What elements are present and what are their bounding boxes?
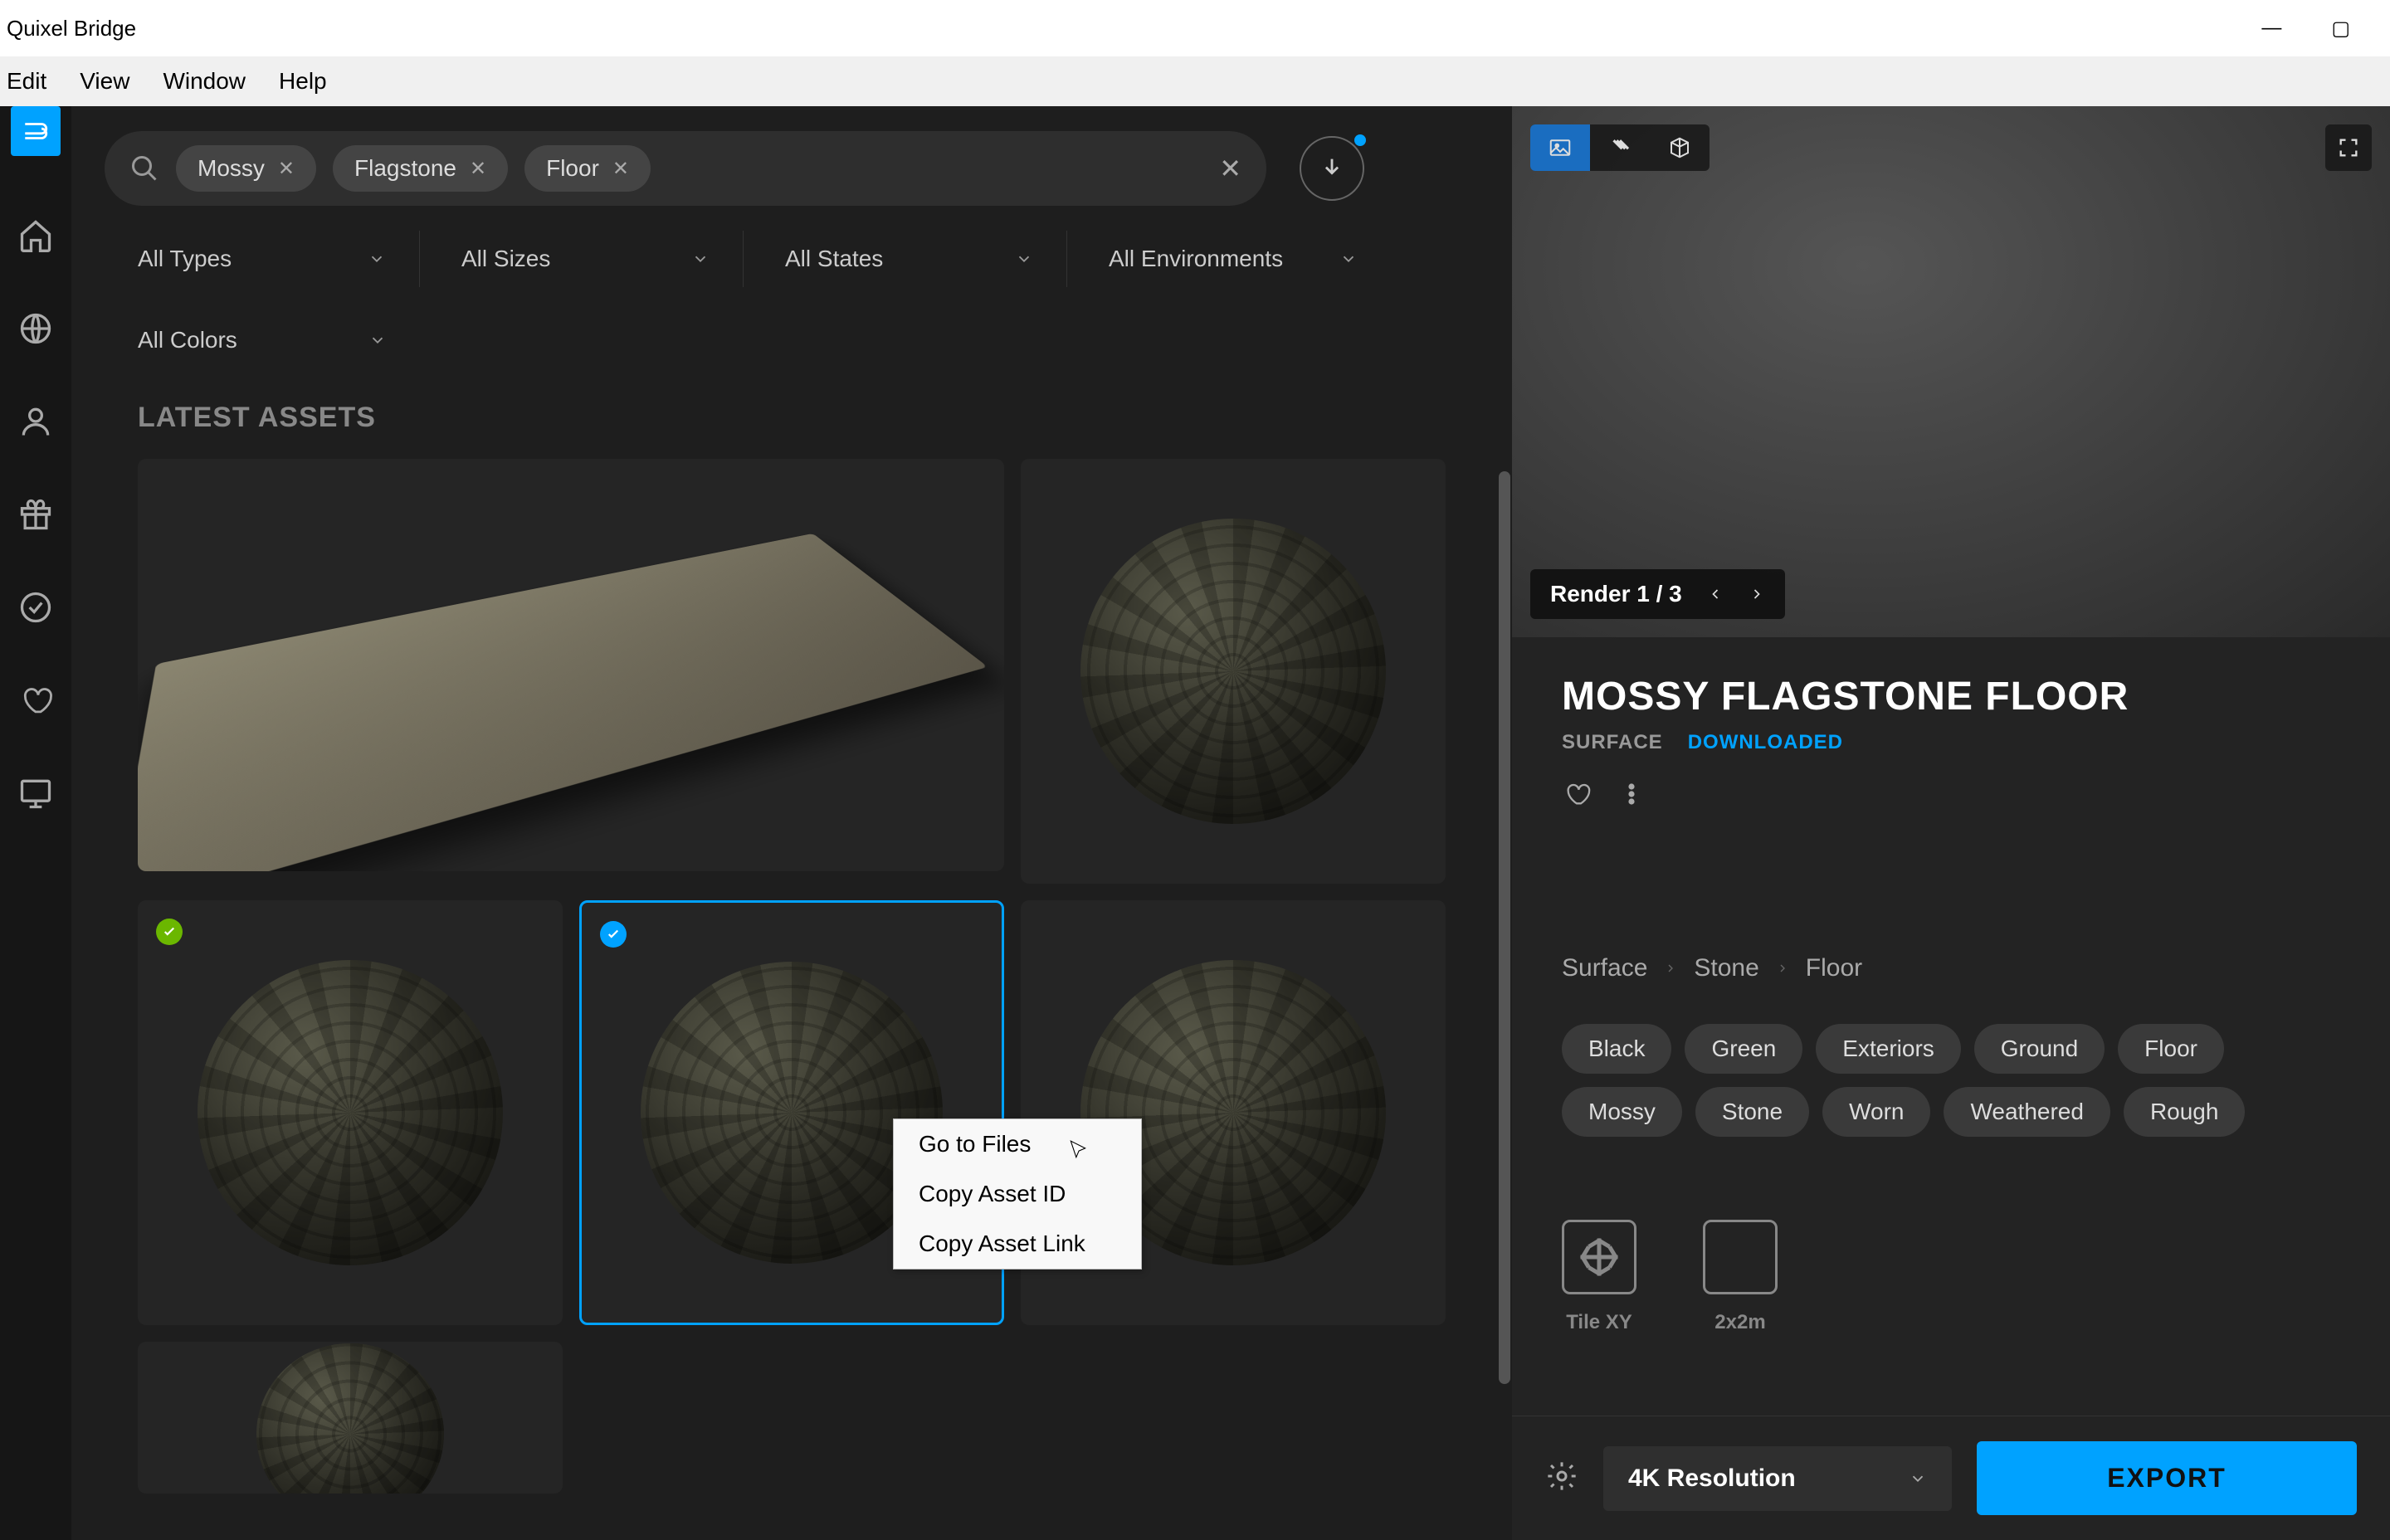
bridge-logo-icon[interactable] <box>11 106 61 156</box>
clear-search-icon[interactable]: ✕ <box>1219 153 1241 184</box>
asset-title: MOSSY FLAGSTONE FLOOR <box>1562 674 2340 719</box>
preview-toolbar <box>1530 124 1710 171</box>
breadcrumb: Surface Stone Floor <box>1512 871 2390 1016</box>
asset-card[interactable] <box>138 900 563 1325</box>
tag[interactable]: Weathered <box>1944 1087 2110 1137</box>
crumb-surface[interactable]: Surface <box>1562 954 1647 982</box>
tag[interactable]: Exteriors <box>1816 1024 1960 1074</box>
owned-badge-icon <box>156 919 183 945</box>
tag-list: Black Green Exteriors Ground Floor Mossy… <box>1512 1016 2390 1170</box>
ctx-go-to-files[interactable]: Go to Files <box>894 1119 1141 1169</box>
window-title: Quixel Bridge <box>7 16 136 41</box>
more-options-icon[interactable] <box>1617 779 1646 813</box>
asset-card[interactable] <box>138 1342 563 1494</box>
minimize-button[interactable]: — <box>2261 17 2281 41</box>
chevron-right-icon <box>1776 962 1789 975</box>
resolution-dropdown[interactable]: 4K Resolution <box>1603 1446 1952 1511</box>
asset-card[interactable] <box>1021 459 1446 884</box>
render-counter: Render 1 / 3 <box>1550 581 1682 607</box>
tile-xy-option[interactable]: Tile XY <box>1562 1220 1636 1334</box>
downloaded-badge-icon <box>600 921 627 948</box>
chevron-right-icon <box>1664 962 1677 975</box>
downloads-button[interactable] <box>1300 136 1364 201</box>
tag[interactable]: Stone <box>1695 1087 1809 1137</box>
next-render-icon[interactable] <box>1749 586 1765 602</box>
asset-card[interactable] <box>138 459 1004 871</box>
gift-icon[interactable] <box>17 496 54 533</box>
tag[interactable]: Black <box>1562 1024 1671 1074</box>
tag[interactable]: Rough <box>2124 1087 2246 1137</box>
preview-layers-icon[interactable] <box>1590 124 1650 171</box>
tag[interactable]: Floor <box>2118 1024 2224 1074</box>
menu-edit[interactable]: Edit <box>7 68 46 95</box>
ctx-copy-asset-link[interactable]: Copy Asset Link <box>894 1219 1141 1269</box>
globe-icon[interactable] <box>17 310 54 347</box>
search-bar[interactable]: Mossy✕ Flagstone✕ Floor✕ ✕ <box>105 131 1266 206</box>
left-rail <box>0 106 71 1540</box>
home-icon[interactable] <box>17 217 54 254</box>
menubar: Edit View Window Help <box>0 56 2390 106</box>
filter-states[interactable]: All States <box>752 231 1067 287</box>
user-icon[interactable] <box>17 403 54 440</box>
prev-render-icon[interactable] <box>1707 586 1724 602</box>
tile-size-option[interactable]: 2x2m <box>1703 1220 1778 1334</box>
chip-remove-icon[interactable]: ✕ <box>470 157 486 181</box>
tag[interactable]: Green <box>1685 1024 1802 1074</box>
download-indicator-dot <box>1354 134 1366 146</box>
chip-remove-icon[interactable]: ✕ <box>278 157 295 181</box>
tag[interactable]: Worn <box>1822 1087 1930 1137</box>
heart-icon[interactable] <box>17 682 54 719</box>
preview-image-icon[interactable] <box>1530 124 1590 171</box>
asset-type-label: SURFACE <box>1562 731 1663 754</box>
menu-help[interactable]: Help <box>279 68 327 95</box>
check-circle-icon[interactable] <box>17 589 54 626</box>
crumb-stone[interactable]: Stone <box>1694 954 1758 982</box>
search-chip-mossy[interactable]: Mossy✕ <box>176 145 316 192</box>
ctx-copy-asset-id[interactable]: Copy Asset ID <box>894 1169 1141 1219</box>
asset-grid <box>71 451 1512 1502</box>
titlebar: Quixel Bridge — ▢ <box>0 0 2390 56</box>
preview-viewport[interactable]: Render 1 / 3 <box>1512 106 2390 637</box>
filter-colors[interactable]: All Colors <box>105 312 420 368</box>
export-settings-icon[interactable] <box>1545 1460 1578 1497</box>
scrollbar[interactable] <box>1499 471 1510 1384</box>
context-menu: Go to Files Copy Asset ID Copy Asset Lin… <box>893 1118 1142 1270</box>
monitor-icon[interactable] <box>17 775 54 811</box>
fullscreen-icon[interactable] <box>2325 124 2372 171</box>
export-button[interactable]: EXPORT <box>1977 1441 2357 1515</box>
filter-environments[interactable]: All Environments <box>1076 231 1391 287</box>
menu-window[interactable]: Window <box>163 68 246 95</box>
preview-3d-icon[interactable] <box>1650 124 1710 171</box>
asset-status-label: DOWNLOADED <box>1688 731 1843 754</box>
search-chip-flagstone[interactable]: Flagstone✕ <box>333 145 508 192</box>
cursor-icon <box>1067 1139 1089 1167</box>
export-bar: 4K Resolution EXPORT <box>1512 1416 2390 1540</box>
main-content: Mossy✕ Flagstone✕ Floor✕ ✕ All Types All… <box>71 106 1512 1540</box>
details-panel: Render 1 / 3 MOSSY FLAGSTONE FLOOR SURFA… <box>1512 106 2390 1540</box>
maximize-button[interactable]: ▢ <box>2331 17 2350 41</box>
tag[interactable]: Mossy <box>1562 1087 1682 1137</box>
crumb-floor[interactable]: Floor <box>1806 954 1862 982</box>
section-heading: LATEST ASSETS <box>71 393 1512 451</box>
search-icon <box>129 154 159 183</box>
filter-types[interactable]: All Types <box>105 231 420 287</box>
search-chip-floor[interactable]: Floor✕ <box>524 145 651 192</box>
filter-sizes[interactable]: All Sizes <box>428 231 744 287</box>
render-nav: Render 1 / 3 <box>1530 569 1785 619</box>
tag[interactable]: Ground <box>1974 1024 2105 1074</box>
menu-view[interactable]: View <box>80 68 129 95</box>
favorite-icon[interactable] <box>1562 779 1592 813</box>
chip-remove-icon[interactable]: ✕ <box>612 157 629 181</box>
